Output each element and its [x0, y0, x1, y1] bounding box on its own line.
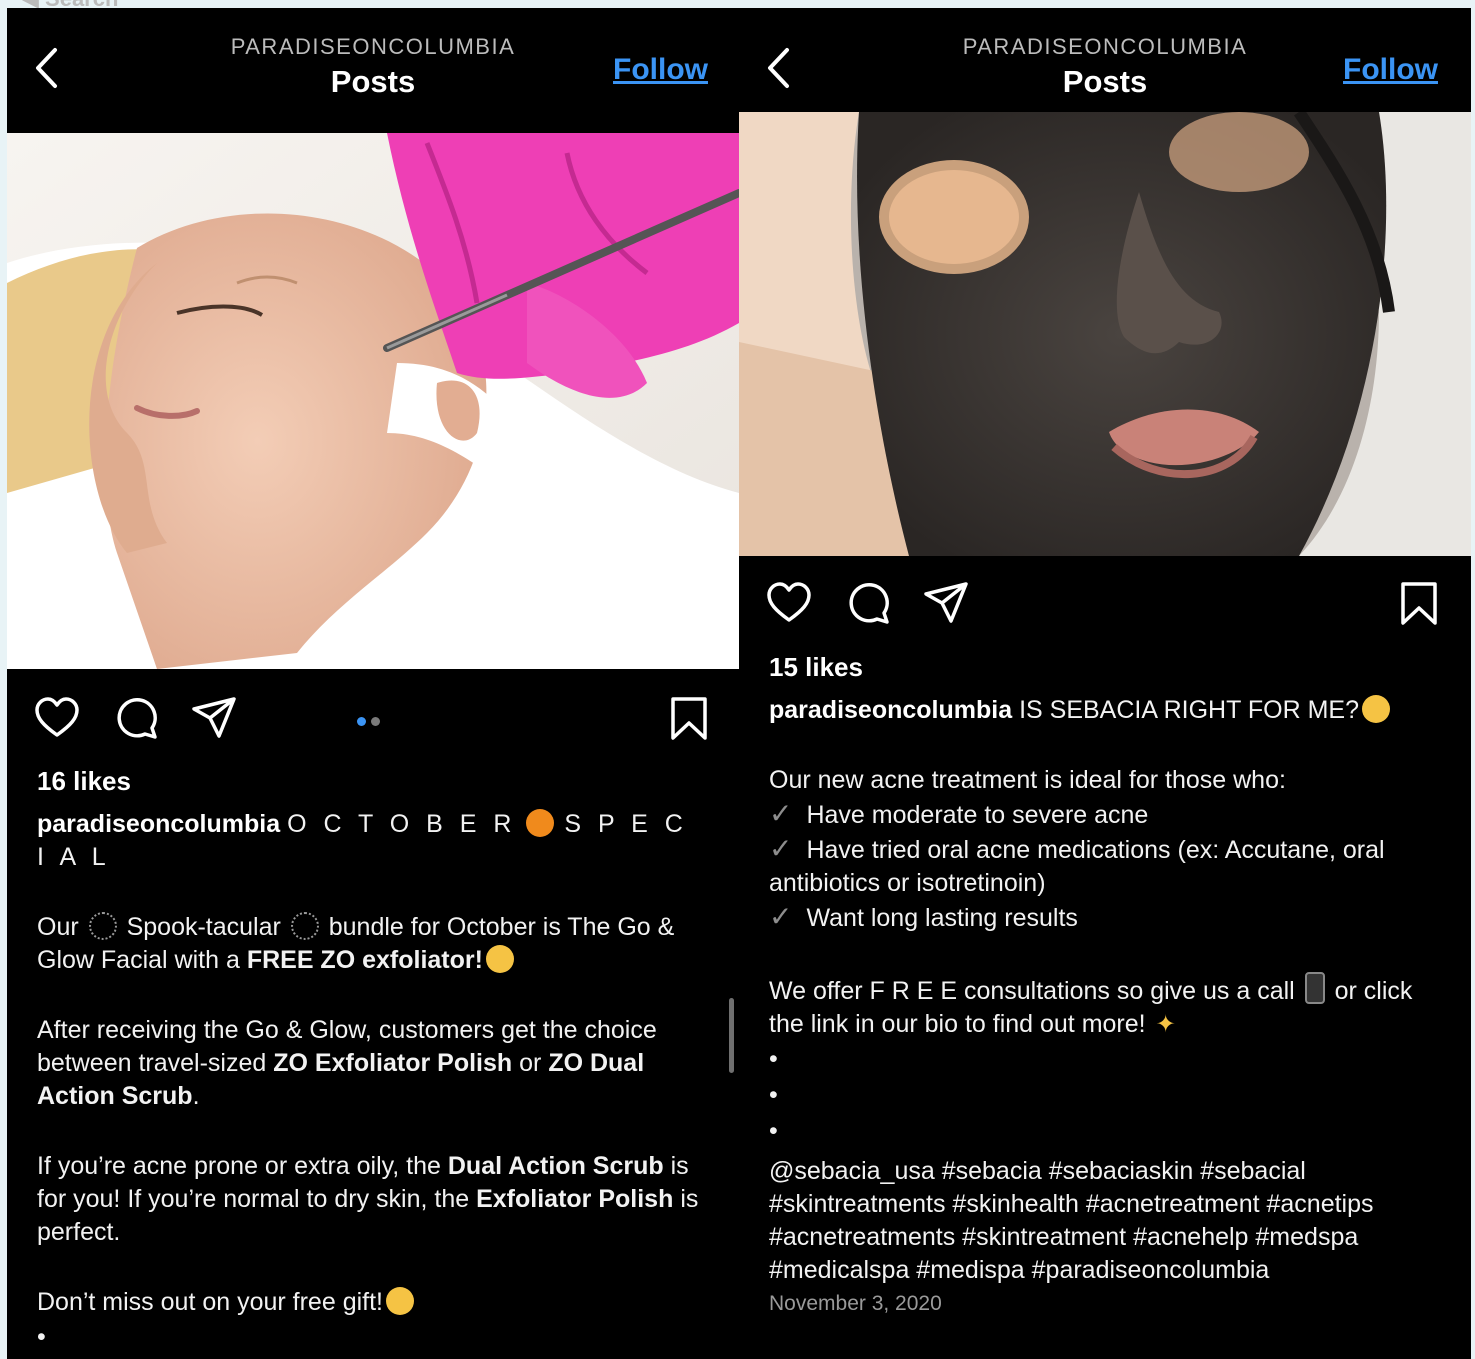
caption-bold-text: FREE ZO exfoliator! — [246, 946, 483, 974]
caption-bullet: • — [769, 1117, 778, 1145]
caption-text: . — [192, 1082, 200, 1110]
caption-bullet: • — [37, 1323, 46, 1351]
scrollbar[interactable] — [729, 998, 734, 1073]
heart-icon[interactable] — [765, 579, 813, 627]
post-caption: paradiseoncolumbia IS SEBACIA RIGHT FOR … — [769, 694, 1449, 1320]
caption-headline: IS SEBACIA RIGHT FOR ME? — [1019, 696, 1359, 724]
caption-hashtags[interactable]: @sebacia_usa #sebacia #sebaciaskin #seba… — [769, 1155, 1449, 1287]
checkmark-icon: ✓ — [769, 798, 793, 829]
comment-icon[interactable] — [112, 694, 160, 742]
caption-bold-text: Exfoliator Polish — [476, 1185, 674, 1213]
post-actions — [739, 573, 1471, 633]
bookmark-icon[interactable] — [665, 694, 713, 742]
caption-bold-text: ZO Exfoliator Polish — [273, 1049, 513, 1077]
caption-text: Don’t miss out on your free gift! — [37, 1288, 383, 1316]
post-date: November 3, 2020 — [769, 1292, 942, 1315]
spiderweb-emoji-icon — [88, 912, 117, 940]
sparkles-emoji-icon: ✦ — [1155, 1011, 1176, 1038]
pumpkin-emoji-icon — [526, 809, 555, 837]
comment-icon[interactable] — [844, 579, 892, 627]
carousel-indicator — [357, 713, 385, 731]
caption-text: or — [519, 1049, 542, 1077]
share-icon[interactable] — [190, 694, 238, 742]
share-icon[interactable] — [922, 579, 970, 627]
carousel-dot — [371, 717, 380, 726]
caption-username[interactable]: paradiseoncolumbia — [37, 810, 280, 838]
caption-check-item: Want long lasting results — [806, 904, 1078, 932]
star-struck-emoji-icon — [385, 1287, 414, 1315]
caption-check-item: Have moderate to severe acne — [806, 801, 1149, 829]
like-count[interactable]: 15 likes — [769, 652, 863, 683]
post-caption: paradiseoncolumbia O C T O B E R S P E C… — [37, 808, 707, 1355]
heart-icon[interactable] — [33, 694, 81, 742]
scream-emoji-icon — [485, 945, 514, 973]
posts-header: PARADISEONCOLUMBIA Posts Follow — [739, 8, 1471, 116]
caption-check-item: Have tried oral acne medications (ex: Ac… — [769, 836, 1385, 897]
post-panel-sebacia: PARADISEONCOLUMBIA Posts Follow 15 likes… — [739, 8, 1471, 1359]
bookmark-icon[interactable] — [1395, 579, 1443, 627]
caption-text: We offer F R E E consultations so give u… — [769, 977, 1295, 1005]
phone-emoji-icon — [1304, 972, 1325, 1004]
caption-username[interactable]: paradiseoncolumbia — [769, 696, 1012, 724]
posts-header: PARADISEONCOLUMBIA Posts Follow — [7, 8, 739, 116]
post-image-face-mask[interactable] — [739, 112, 1471, 556]
follow-button[interactable]: Follow — [613, 53, 708, 87]
caption-text: If you’re acne prone or extra oily, the — [37, 1152, 441, 1180]
like-count[interactable]: 16 likes — [37, 766, 131, 797]
checkmark-icon: ✓ — [769, 901, 793, 932]
caption-bullet: • — [769, 1045, 778, 1073]
post-actions — [7, 688, 739, 748]
checkmark-icon: ✓ — [769, 833, 793, 864]
caption-text: Our — [37, 913, 79, 941]
spiderweb-emoji-icon — [290, 912, 319, 940]
follow-button[interactable]: Follow — [1343, 53, 1438, 87]
caption-text: Our new acne treatment is ideal for thos… — [769, 766, 1286, 794]
caption-text: Spook-tacular — [126, 913, 281, 941]
caption-bold-text: Dual Action Scrub — [447, 1152, 664, 1180]
thinking-emoji-icon — [1361, 695, 1390, 723]
caption-bullet: • — [769, 1081, 778, 1109]
post-image-facial[interactable] — [7, 133, 739, 669]
post-panel-october: PARADISEONCOLUMBIA Posts Follow 16 likes… — [7, 8, 739, 1359]
carousel-dot-active — [357, 717, 366, 726]
caption-headline-part: O C T O B E R — [287, 810, 517, 838]
